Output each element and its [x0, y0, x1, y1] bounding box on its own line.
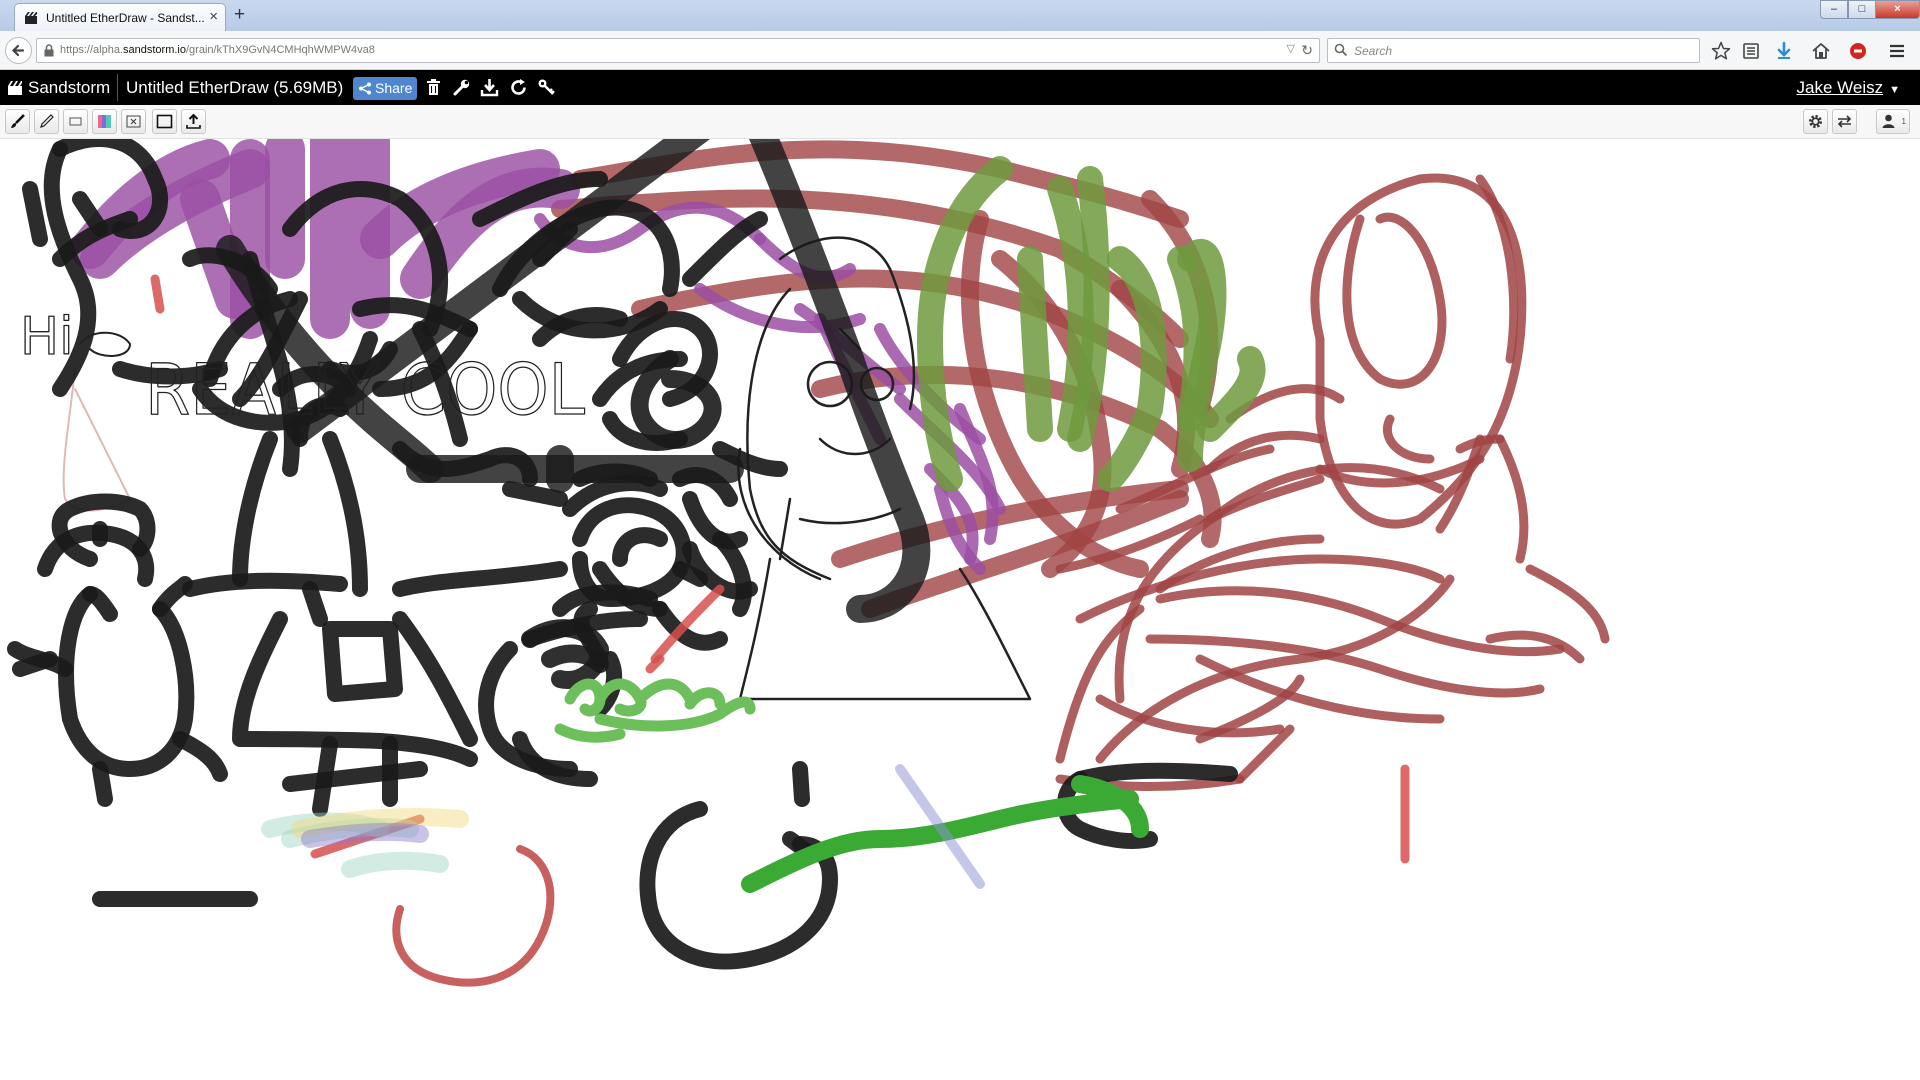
browser-tab-active[interactable]: Untitled EtherDraw - Sandst... × [14, 3, 226, 31]
clear-icon [126, 115, 141, 128]
drawing-strokes: Hi REALLY COOL [7, 139, 1610, 987]
user-icon [1882, 114, 1895, 128]
brush-icon [11, 114, 25, 128]
upload-tool-button[interactable] [181, 109, 206, 134]
back-arrow-icon [11, 44, 25, 57]
users-button[interactable]: 1 [1876, 109, 1910, 134]
user-name: Jake Weisz [1796, 78, 1884, 97]
pencil-tool-button[interactable] [34, 109, 59, 134]
tab-close-icon[interactable]: × [209, 8, 218, 26]
addon-icon[interactable] [1847, 40, 1869, 62]
window-maximize-button[interactable]: □ [1848, 0, 1876, 19]
search-placeholder: Search [1354, 44, 1393, 58]
url-text: https://alpha.sandstorm.io/grain/kThX9Gv… [60, 44, 375, 56]
reading-list-icon[interactable] [1740, 40, 1762, 62]
wrench-icon[interactable] [452, 78, 471, 97]
search-bar[interactable]: Search [1327, 38, 1700, 63]
back-button[interactable] [5, 37, 32, 64]
user-count: 1 [1901, 117, 1906, 126]
home-icon[interactable] [1810, 40, 1832, 62]
new-tab-button[interactable]: + [234, 3, 245, 27]
share-label: Share [375, 80, 413, 96]
window-minimize-button[interactable]: – [1820, 0, 1848, 19]
browser-navigation-bar: https://alpha.sandstorm.io/grain/kThX9Gv… [0, 31, 1920, 70]
document-title[interactable]: Untitled EtherDraw (5.69MB) [126, 78, 343, 98]
sandstorm-top-bar: Sandstorm Untitled EtherDraw (5.69MB) Sh… [0, 70, 1920, 105]
url-domain: sandstorm.io [123, 44, 186, 56]
color-palette-icon [98, 115, 111, 128]
pastel-smudge [261, 808, 469, 878]
download-icon[interactable] [1773, 40, 1795, 62]
swap-arrows-icon [1837, 115, 1852, 128]
toggle-view-button[interactable] [1832, 109, 1857, 134]
url-dropdown-icon[interactable]: ▽ [1287, 42, 1295, 55]
hamburger-menu-icon[interactable] [1886, 40, 1908, 62]
upload-icon [186, 113, 201, 129]
key-icon[interactable] [537, 78, 556, 97]
share-icon [359, 82, 371, 95]
settings-button[interactable] [1803, 109, 1828, 134]
topbar-divider [117, 74, 118, 101]
trash-icon[interactable] [424, 78, 443, 97]
brush-tool-button[interactable] [5, 109, 30, 134]
etherdraw-toolbar: 1 [0, 105, 1920, 139]
rectangle-tool-button[interactable] [63, 109, 88, 134]
url-prefix: https://alpha. [60, 44, 123, 56]
pencil-icon [40, 114, 54, 128]
handwritten-text-hi: Hi [20, 307, 74, 367]
rectangle-icon [69, 117, 82, 126]
user-menu-caret-icon: ▼ [1889, 84, 1900, 96]
frame-icon [156, 114, 173, 129]
url-path: /grain/kThX9GvN4CMHqhWMPW4va8 [185, 44, 375, 56]
tab-title: Untitled EtherDraw - Sandst... [46, 11, 205, 25]
light-green-strokes [554, 678, 756, 743]
color-picker-button[interactable] [92, 109, 117, 134]
browser-tab-strip: Untitled EtherDraw - Sandst... × + – □ × [0, 0, 1920, 31]
lock-icon [44, 44, 54, 57]
bookmark-star-icon[interactable] [1710, 40, 1732, 62]
restart-icon[interactable] [509, 78, 528, 97]
frame-tool-button[interactable] [152, 109, 177, 134]
window-close-button[interactable]: × [1875, 0, 1920, 19]
share-button[interactable]: Share [353, 77, 417, 100]
sandstorm-logo-icon[interactable] [7, 80, 23, 96]
sandstorm-brand[interactable]: Sandstorm [28, 78, 110, 98]
search-icon [1334, 43, 1348, 57]
sandstorm-favicon-icon [25, 12, 37, 24]
user-menu[interactable]: Jake Weisz ▼ [1797, 78, 1901, 98]
reload-icon[interactable]: ↻ [1301, 42, 1313, 59]
pink-outline [62, 368, 131, 512]
url-bar[interactable]: https://alpha.sandstorm.io/grain/kThX9Gv… [36, 38, 1320, 63]
download-backup-icon[interactable] [480, 78, 499, 97]
clear-canvas-button[interactable] [121, 109, 146, 134]
drawing-canvas[interactable]: Hi REALLY COOL [0, 139, 1920, 1080]
gear-icon [1809, 115, 1822, 128]
handwritten-text-really-cool: REALLY COOL [145, 349, 585, 431]
